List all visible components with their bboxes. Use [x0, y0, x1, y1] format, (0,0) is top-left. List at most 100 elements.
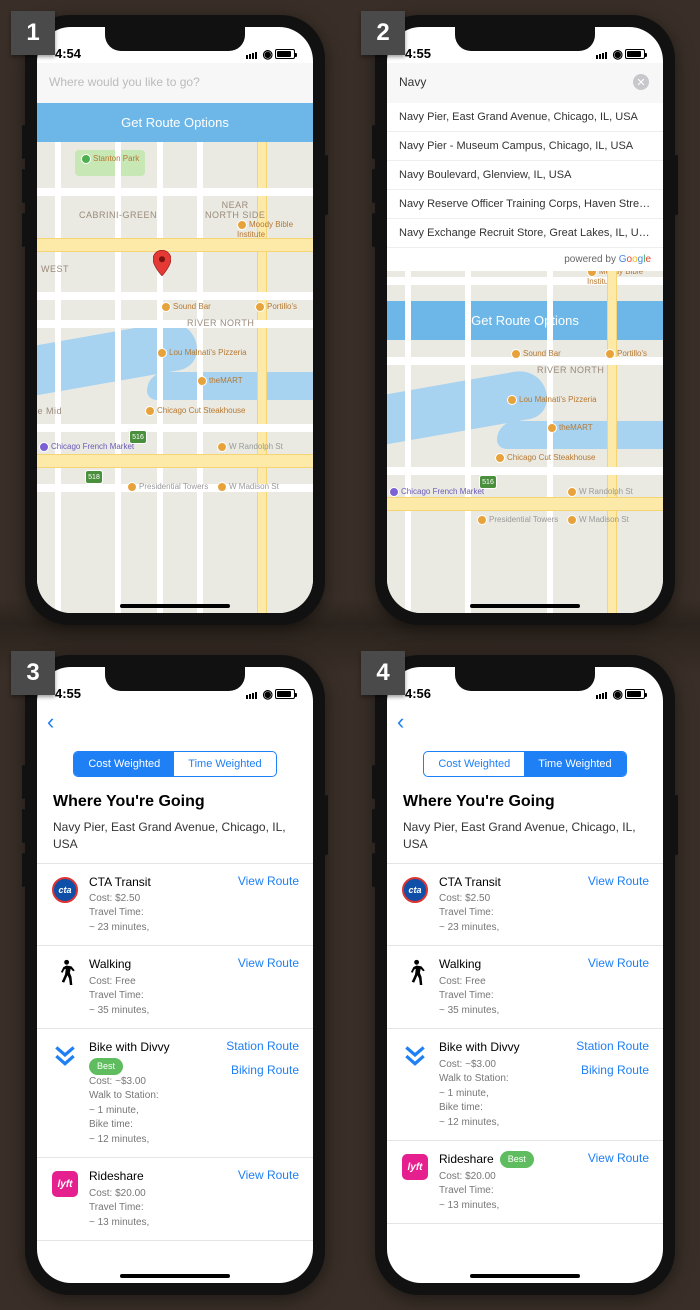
battery-icon	[275, 689, 295, 699]
walk-icon	[401, 958, 429, 986]
wifi-icon: ◉	[613, 687, 622, 701]
phone-frame: 4:54 ◉ Get Route Options	[25, 15, 325, 625]
tab-time-weighted[interactable]: Time Weighted	[524, 752, 625, 776]
get-route-button[interactable]: Get Route Options	[387, 301, 663, 340]
view-route-link[interactable]: View Route	[238, 1168, 299, 1182]
search-input[interactable]	[397, 69, 653, 95]
option-name: Rideshare	[89, 1168, 228, 1185]
suggestion-item[interactable]: Navy Boulevard, Glenview, IL, USA	[387, 161, 663, 190]
signal-icon	[246, 49, 260, 59]
battery-icon	[275, 49, 295, 59]
notch	[105, 667, 245, 691]
district-nearnorth: NEAR NORTH SIDE	[205, 200, 265, 220]
wifi-icon: ◉	[613, 47, 622, 61]
search-area: ✕	[387, 63, 663, 103]
option-bike: Bike with Divvy Best Cost: ~$3.00 Walk t…	[37, 1029, 313, 1158]
section-heading: Where You're Going	[387, 785, 663, 815]
home-indicator	[470, 604, 580, 608]
section-heading: Where You're Going	[37, 785, 313, 815]
map-view[interactable]: Moody Bible Institute Get Route Options …	[387, 271, 663, 613]
biking-route-link[interactable]: Biking Route	[581, 1063, 649, 1077]
chevrons-down-icon	[51, 1041, 79, 1069]
suggestion-item[interactable]: Navy Reserve Officer Training Corps, Hav…	[387, 190, 663, 219]
poi-pres: Presidential Towers	[127, 482, 208, 492]
view-route-link[interactable]: View Route	[588, 874, 649, 888]
option-walking: Walking Cost: Free Travel Time: ~ 35 min…	[37, 946, 313, 1029]
chevrons-down-icon	[401, 1041, 429, 1069]
district-west: R WEST	[37, 264, 69, 274]
view-route-link[interactable]: View Route	[588, 1151, 649, 1165]
screenshot-4: 4 4:56 ◉ ‹ Cost Weighted Time Weighted W…	[355, 645, 695, 1305]
screenshot-2: 2 4:55 ◉ ✕ Navy Pier, East Grand Avenue,…	[355, 5, 695, 635]
phone-frame: 4:55 ◉ ✕ Navy Pier, East Grand Avenue, C…	[375, 15, 675, 625]
signal-icon	[246, 689, 260, 699]
wifi-icon: ◉	[263, 687, 272, 701]
step-badge: 2	[361, 11, 405, 55]
phone-frame: 4:55 ◉ ‹ Cost Weighted Time Weighted Whe…	[25, 655, 325, 1295]
step-badge: 3	[11, 651, 55, 695]
option-walking: Walking Cost: Free Travel Time: ~ 35 min…	[387, 946, 663, 1029]
screen: 4:55 ◉ ✕ Navy Pier, East Grand Avenue, C…	[387, 27, 663, 613]
step-badge: 4	[361, 651, 405, 695]
search-input[interactable]	[47, 69, 303, 95]
screen: 4:56 ◉ ‹ Cost Weighted Time Weighted Whe…	[387, 667, 663, 1283]
clock: 4:54	[55, 46, 81, 61]
screenshot-3: 3 4:55 ◉ ‹ Cost Weighted Time Weighted W…	[5, 645, 345, 1305]
view-route-link[interactable]: View Route	[238, 874, 299, 888]
poi-moody: Moody Bible Institute	[237, 220, 293, 239]
route-options-list: CTA Transit Cost: $2.50 Travel Time: ~ 2…	[37, 863, 313, 1242]
back-button[interactable]: ‹	[397, 709, 404, 735]
biking-route-link[interactable]: Biking Route	[231, 1063, 299, 1077]
hwy-badge: 518	[85, 470, 103, 484]
station-route-link[interactable]: Station Route	[576, 1039, 649, 1053]
best-badge: Best	[500, 1151, 534, 1168]
poi-stanton: Stanton Park	[81, 154, 139, 164]
option-name: Walking	[439, 956, 578, 973]
street-madison: W Madison St	[217, 482, 279, 492]
notch	[455, 27, 595, 51]
screen: 4:55 ◉ ‹ Cost Weighted Time Weighted Whe…	[37, 667, 313, 1283]
poi-soundbar: Sound Bar	[161, 302, 211, 312]
get-route-button[interactable]: Get Route Options	[37, 103, 313, 142]
notch	[455, 667, 595, 691]
powered-by-google: powered by Google	[387, 248, 663, 271]
station-route-link[interactable]: Station Route	[226, 1039, 299, 1053]
route-options-list: CTA Transit Cost: $2.50 Travel Time: ~ 2…	[387, 863, 663, 1225]
tab-cost-weighted[interactable]: Cost Weighted	[424, 752, 524, 776]
map-view[interactable]: Stanton Park CABRINI-GREEN NEAR NORTH SI…	[37, 142, 313, 613]
segmented-control: Cost Weighted Time Weighted	[423, 751, 626, 777]
option-name: CTA Transit	[439, 874, 578, 891]
best-badge: Best	[89, 1058, 123, 1075]
notch	[105, 27, 245, 51]
screenshot-1: 1 4:54 ◉ Get Route Options	[5, 5, 345, 635]
home-indicator	[120, 604, 230, 608]
tab-cost-weighted[interactable]: Cost Weighted	[74, 752, 174, 776]
district-mid: le Mid	[37, 406, 62, 416]
view-route-link[interactable]: View Route	[238, 956, 299, 970]
option-name: Walking	[89, 956, 228, 973]
hwy-badge: 516	[129, 430, 147, 444]
poi-lou: Lou Malnati's Pizzeria	[157, 348, 247, 358]
back-button[interactable]: ‹	[47, 709, 54, 735]
suggestion-item[interactable]: Navy Pier, East Grand Avenue, Chicago, I…	[387, 103, 663, 132]
nav-bar: ‹	[387, 703, 663, 741]
option-name: Bike with Divvy	[89, 1039, 216, 1056]
cta-icon	[51, 876, 79, 904]
option-cta: CTA Transit Cost: $2.50 Travel Time: ~ 2…	[37, 864, 313, 947]
poi-portillo: Portillo's	[255, 302, 297, 312]
suggestion-item[interactable]: Navy Pier - Museum Campus, Chicago, IL, …	[387, 132, 663, 161]
district-cabrini: CABRINI-GREEN	[79, 210, 157, 220]
suggestion-item[interactable]: Navy Exchange Recruit Store, Great Lakes…	[387, 219, 663, 248]
tab-time-weighted[interactable]: Time Weighted	[174, 752, 275, 776]
signal-icon	[596, 689, 610, 699]
clock: 4:55	[55, 686, 81, 701]
option-name: CTA Transit	[89, 874, 228, 891]
destination-label: Navy Pier, East Grand Avenue, Chicago, I…	[387, 815, 663, 863]
clear-search-icon[interactable]: ✕	[633, 74, 649, 90]
view-route-link[interactable]: View Route	[588, 956, 649, 970]
battery-icon	[625, 49, 645, 59]
lyft-icon: lyft	[51, 1170, 79, 1198]
signal-icon	[596, 49, 610, 59]
option-rideshare: lyft Rideshare Cost: $20.00 Travel Time:…	[37, 1158, 313, 1241]
destination-label: Navy Pier, East Grand Avenue, Chicago, I…	[37, 815, 313, 863]
